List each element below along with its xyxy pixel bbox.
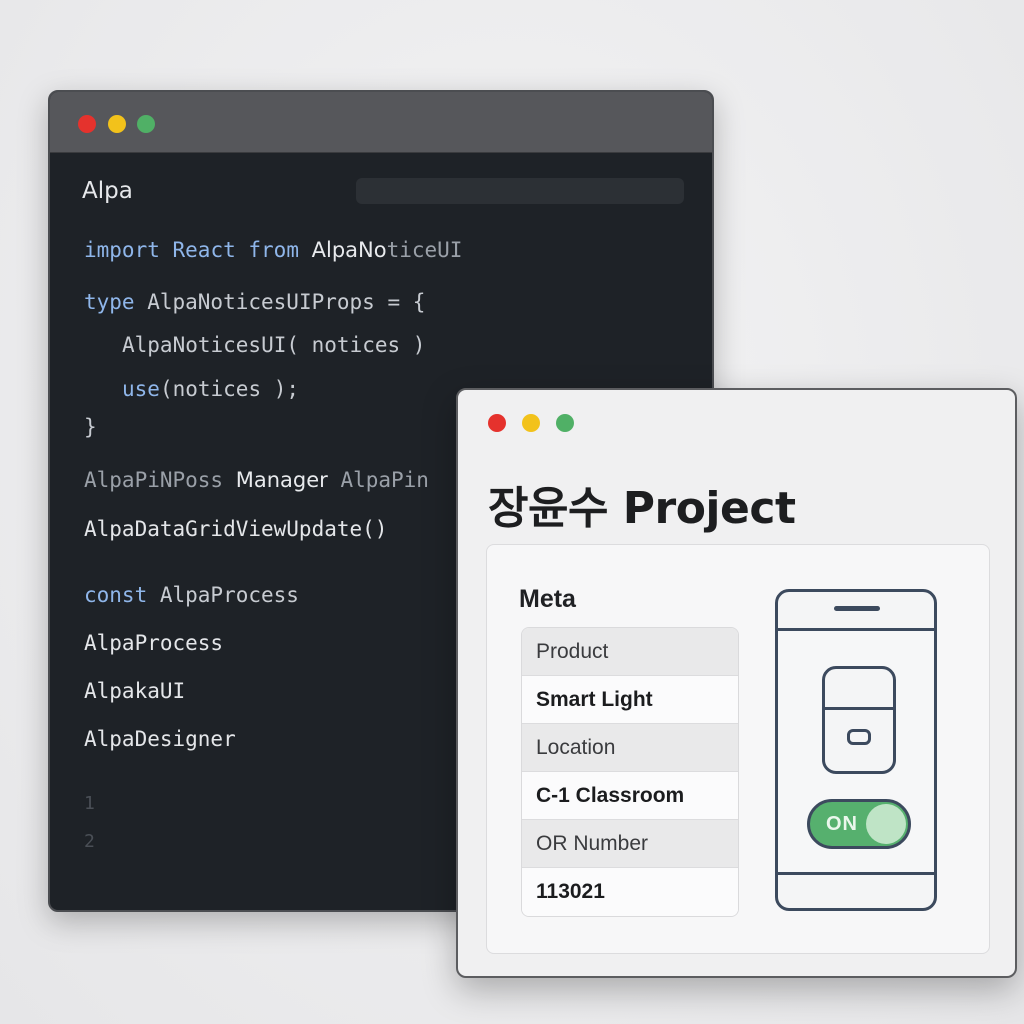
identifier-react: React [172,238,236,262]
minimize-window-button[interactable] [108,115,126,133]
meta-table: Product Smart Light Location C-1 Classro… [521,627,739,917]
toggle-state-label: ON [826,813,858,835]
project-window-titlebar [458,390,1015,456]
module-name-part-3: ticeUI [386,238,463,262]
use-call-args: (notices ); [159,377,300,401]
light-switch-icon [822,666,896,774]
phone-illustration: ON [775,589,937,911]
keyword-from: from [248,238,299,262]
project-window: 장윤수 Project Meta Product Smart Light Loc… [456,388,1017,978]
code-token-manager: Manager [235,468,328,492]
line-number-1: 1 [84,793,95,814]
meta-value-location: C-1 Classroom [522,772,738,820]
close-window-button[interactable] [488,414,506,432]
maximize-window-button[interactable] [137,115,155,133]
meta-heading: Meta [519,585,576,613]
code-line-8: const AlpaProcess [84,583,299,607]
meta-value-or-number: 113021 [522,868,738,916]
code-line-9: AlpaProcess [84,631,224,655]
phone-bottom-divider [778,872,934,875]
keyword-const: const [84,583,148,607]
phone-speaker-icon [834,606,880,611]
project-title: 장윤수 Project [488,483,796,534]
close-window-button[interactable] [78,115,96,133]
light-toggle-switch[interactable]: ON [807,799,911,849]
code-line-1: import React from AlpaNoticeUI [84,238,462,262]
light-switch-divider [825,707,893,710]
code-window-titlebar [50,92,712,153]
meta-label-or-number: OR Number [522,820,738,868]
code-line-11: AlpaDesigner [84,727,236,751]
code-line-4: use(notices ); [122,377,299,401]
code-token-alpapin: AlpaPin [340,468,429,492]
keyword-type: type [84,290,135,314]
type-declaration: AlpaNoticesUIProps = { [134,290,426,314]
light-switch-button-icon [847,729,871,745]
line-number-2: 2 [84,831,95,852]
keyword-import: import [84,238,160,262]
toggle-knob [866,804,906,844]
code-search-bar[interactable] [356,178,684,204]
meta-label-location: Location [522,724,738,772]
code-window-title: Alpa [82,178,133,204]
module-name-part-1: Alpa [311,238,359,262]
code-line-2: type AlpaNoticesUIProps = { [84,290,425,314]
const-name: AlpaProcess [147,583,299,607]
code-token-pinposs: AlpaPiNPoss [84,468,224,492]
code-line-3: AlpaNoticesUI( notices ) [122,333,426,357]
minimize-window-button[interactable] [522,414,540,432]
code-line-6: AlpaPiNPoss Manager AlpaPin [84,468,429,492]
meta-value-product: Smart Light [522,676,738,724]
maximize-window-button[interactable] [556,414,574,432]
code-line-7: AlpaDataGridViewUpdate() [84,517,388,541]
code-line-5: } [84,415,97,439]
meta-card: Meta Product Smart Light Location C-1 Cl… [486,544,990,954]
keyword-use: use [122,377,160,401]
module-name-part-2: No [358,238,387,262]
meta-label-product: Product [522,628,738,676]
code-line-10: AlpakaUI [84,679,186,703]
